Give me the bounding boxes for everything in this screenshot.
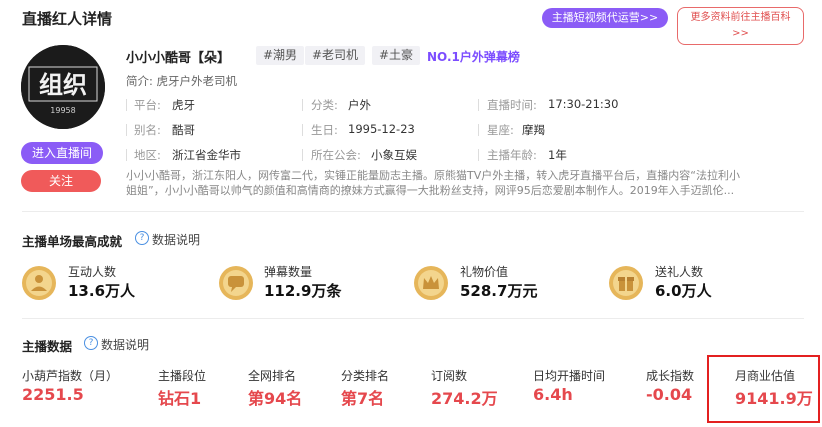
stat-value: -0.04 [646, 385, 693, 404]
divider [126, 149, 127, 161]
divider [478, 149, 479, 161]
category-value: 户外 [348, 98, 371, 112]
birthday-label: 生日: [311, 123, 338, 137]
follow-button[interactable]: 关注 [21, 170, 101, 192]
avatar: 组织 19958 [21, 45, 105, 129]
gift-medal-icon [609, 266, 643, 300]
platform-label: 平台: [134, 98, 161, 112]
guild-value: 小象互娱 [371, 148, 417, 162]
description-line: 姐姐”，小小小酷哥以帅气的颜值和高情商的撩妹方式赢得一大批粉丝支持，网评95后恋… [126, 184, 735, 197]
streamer-description: 小小小酷哥，浙江东阳人，网传富二代，实锤正能量励志主播。原熊猫TV户外主播，转入… [126, 168, 806, 198]
section-divider [22, 211, 804, 212]
help-icon[interactable]: ? [135, 231, 149, 245]
stat-value: 2251.5 [22, 385, 84, 404]
achievements-help-link[interactable]: 数据说明 [152, 231, 200, 248]
streamer-name: 小小小酷哥【朵】 [126, 51, 231, 66]
chat-medal-icon [219, 266, 253, 300]
alias-label: 别名: [134, 123, 161, 137]
enter-live-room-button[interactable]: 进入直播间 [21, 142, 103, 164]
achievement-value: 112.9万条 [264, 282, 342, 300]
achievement-value: 528.7万元 [460, 282, 538, 300]
stat-label: 日均开播时间 [533, 369, 606, 383]
crown-medal-icon [414, 266, 448, 300]
stat-label: 成长指数 [646, 369, 695, 383]
more-info-label: 更多资料前往主播百科 [690, 12, 791, 23]
achievement-value: 13.6万人 [68, 282, 136, 300]
stat-label: 全网排名 [248, 369, 297, 383]
live-time-value: 17:30-21:30 [548, 97, 619, 111]
achievement-value: 6.0万人 [655, 282, 712, 300]
more-info-wiki-button[interactable]: 更多资料前往主播百科 >> [677, 7, 804, 45]
achievement-label: 互动人数 [68, 265, 117, 279]
avatar-logo-number: 19958 [50, 106, 75, 115]
streamer-age-value: 1年 [548, 148, 567, 162]
divider [302, 124, 303, 136]
guild-label: 所在公会: [311, 148, 361, 162]
highlight-box [707, 355, 820, 423]
category-label: 分类: [311, 98, 338, 112]
stats-title: 主播数据 [22, 339, 73, 354]
zodiac-label: 星座: [487, 123, 514, 137]
tag-item[interactable]: #老司机 [305, 46, 366, 65]
stat-label: 主播段位 [158, 369, 207, 383]
stat-label: 小葫芦指数（月） [22, 369, 119, 383]
person-medal-icon [22, 266, 56, 300]
divider [478, 99, 479, 111]
tag-item[interactable]: #土豪 [372, 46, 421, 65]
achievement-label: 弹幕数量 [264, 265, 313, 279]
stat-value: 274.2万 [431, 389, 498, 408]
streamer-age-label: 主播年龄: [487, 148, 537, 162]
achievements-title: 主播单场最高成就 [22, 234, 123, 249]
stat-value: 6.4h [533, 385, 573, 404]
birthday-value: 1995-12-23 [348, 122, 415, 136]
divider [126, 99, 127, 111]
streamer-intro: 简介: 虎牙户外老司机 [126, 74, 238, 88]
region-value: 浙江省金华市 [172, 148, 241, 162]
divider [302, 149, 303, 161]
stat-label: 分类排名 [341, 369, 390, 383]
avatar-logo-text: 组织 [39, 70, 87, 99]
platform-value: 虎牙 [172, 98, 195, 112]
stat-value: 第94名 [248, 389, 303, 408]
help-icon[interactable]: ? [84, 336, 98, 350]
stat-value: 第7名 [341, 389, 385, 408]
stats-help-link[interactable]: 数据说明 [101, 336, 149, 353]
more-info-arrow: >> [732, 28, 749, 39]
live-time-label: 直播时间: [487, 98, 537, 112]
divider [478, 124, 479, 136]
alias-value: 酷哥 [172, 123, 195, 137]
stat-value: 钻石1 [158, 389, 202, 408]
divider [126, 124, 127, 136]
page-title: 直播红人详情 [22, 10, 113, 28]
achievement-label: 送礼人数 [655, 265, 704, 279]
achievement-label: 礼物价值 [460, 265, 509, 279]
short-video-ops-button[interactable]: 主播短视频代运营>> [542, 8, 668, 28]
description-line: 小小小酷哥，浙江东阳人，网传富二代，实锤正能量励志主播。原熊猫TV户外主播，转入… [126, 169, 740, 182]
region-label: 地区: [134, 148, 161, 162]
section-divider [22, 318, 804, 319]
zodiac-value: 摩羯 [522, 123, 545, 137]
stat-label: 订阅数 [431, 369, 468, 383]
divider [302, 99, 303, 111]
rank-badge[interactable]: NO.1户外弹幕榜 [427, 48, 520, 65]
tag-item[interactable]: #潮男 [256, 46, 305, 65]
